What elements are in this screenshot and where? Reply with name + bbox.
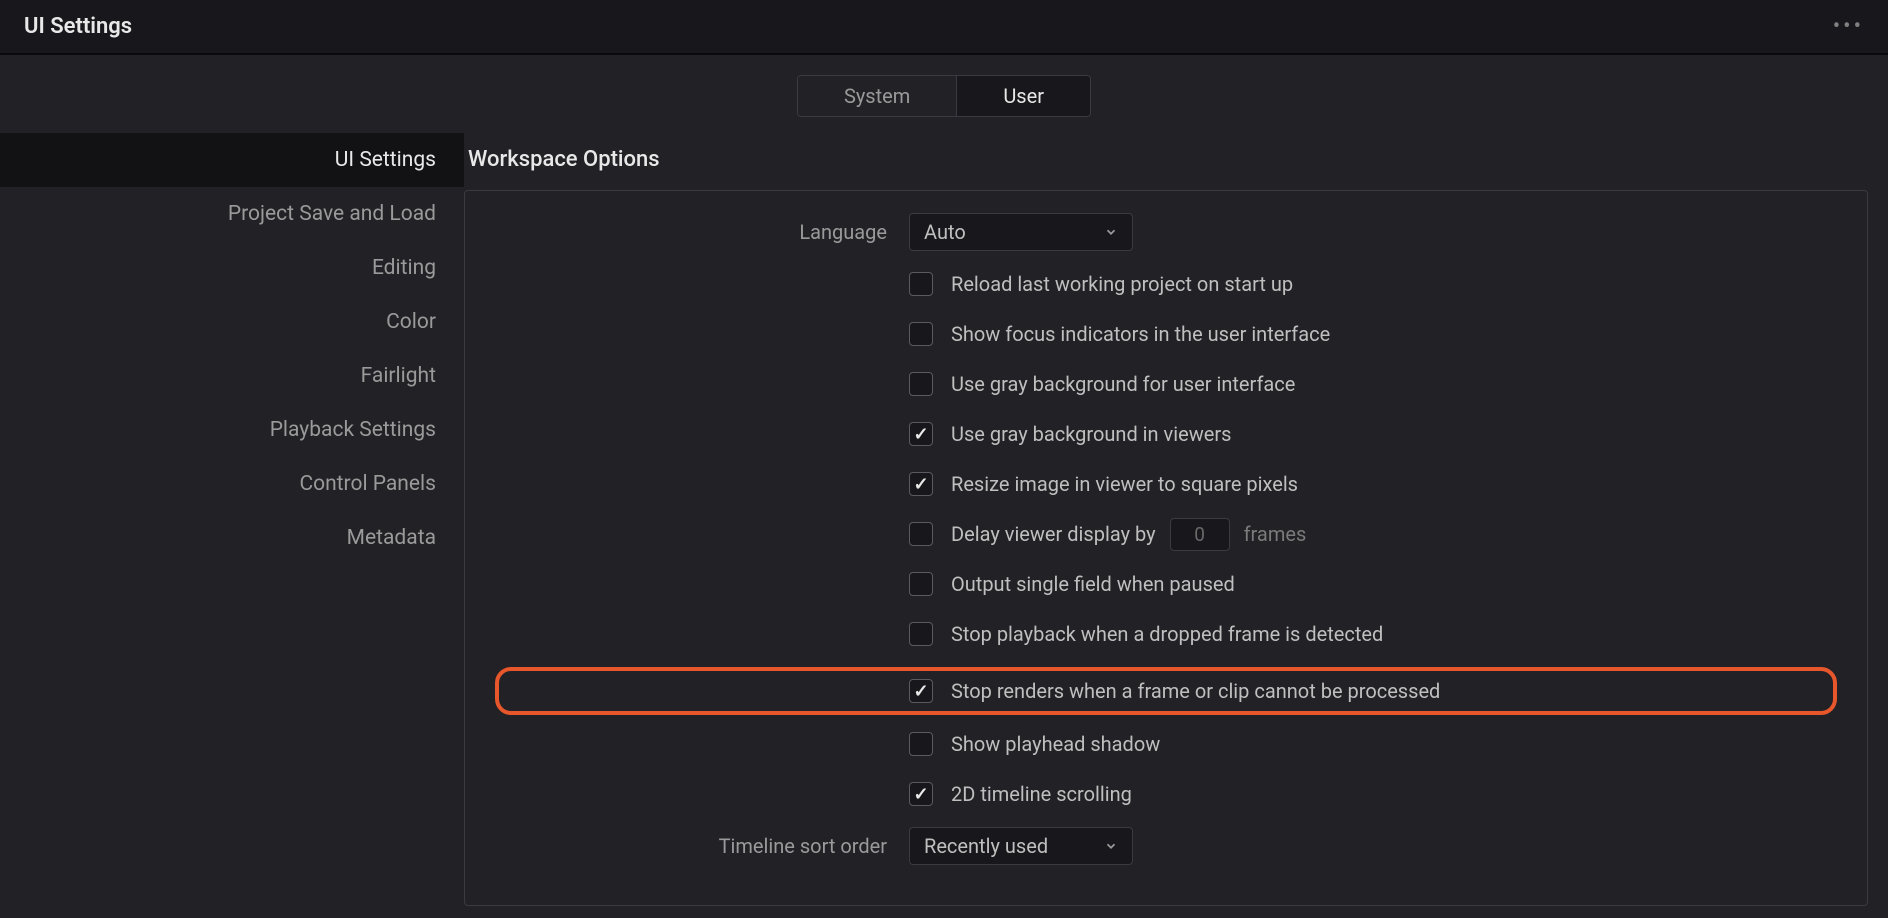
- checkbox-row-delay: Delay viewer display by frames: [495, 517, 1837, 551]
- checkbox-row-outputsingle: Output single field when paused: [495, 567, 1837, 601]
- language-label: Language: [495, 220, 909, 244]
- sidebar-item-color[interactable]: Color: [0, 295, 464, 349]
- checkbox-row-reload: Reload last working project on start up: [495, 267, 1837, 301]
- tab-group: System User: [797, 75, 1091, 117]
- delay-suffix: frames: [1244, 522, 1307, 546]
- delay-input[interactable]: [1170, 518, 1230, 551]
- sidebar-item-fairlight[interactable]: Fairlight: [0, 349, 464, 403]
- sort-value: Recently used: [924, 834, 1048, 858]
- checkbox-outputsingle[interactable]: [909, 572, 933, 596]
- chevron-down-icon: [1104, 834, 1118, 858]
- checkbox-timeline2d[interactable]: [909, 782, 933, 806]
- checkbox-row-stopplayback: Stop playback when a dropped frame is de…: [495, 617, 1837, 651]
- checkbox-row-stoprenders: Stop renders when a frame or clip cannot…: [495, 667, 1837, 715]
- sidebar-item-metadata[interactable]: Metadata: [0, 511, 464, 565]
- tab-strip: System User: [0, 55, 1888, 133]
- sidebar-item-playback[interactable]: Playback Settings: [0, 403, 464, 457]
- more-icon[interactable]: •••: [1833, 14, 1864, 39]
- tab-system[interactable]: System: [798, 76, 957, 116]
- checkbox-focus[interactable]: [909, 322, 933, 346]
- sidebar-item-project-save[interactable]: Project Save and Load: [0, 187, 464, 241]
- checkbox-row-grayviewer: Use gray background in viewers: [495, 417, 1837, 451]
- checkbox-label-stopplayback: Stop playback when a dropped frame is de…: [951, 622, 1383, 646]
- sort-dropdown[interactable]: Recently used: [909, 827, 1133, 865]
- sidebar-item-editing[interactable]: Editing: [0, 241, 464, 295]
- checkbox-label-playhead: Show playhead shadow: [951, 732, 1160, 756]
- checkbox-reload[interactable]: [909, 272, 933, 296]
- sort-row: Timeline sort order Recently used: [495, 827, 1837, 865]
- checkbox-label-reload: Reload last working project on start up: [951, 272, 1293, 296]
- language-dropdown[interactable]: Auto: [909, 213, 1133, 251]
- checkbox-row-graybg: Use gray background for user interface: [495, 367, 1837, 401]
- checkbox-graybg[interactable]: [909, 372, 933, 396]
- chevron-down-icon: [1104, 220, 1118, 244]
- checkbox-row-resize: Resize image in viewer to square pixels: [495, 467, 1837, 501]
- sidebar-item-ui-settings[interactable]: UI Settings: [0, 133, 464, 187]
- checkbox-delay[interactable]: [909, 522, 933, 546]
- tab-user[interactable]: User: [957, 76, 1090, 116]
- options-box: Language Auto Reload last working projec…: [464, 190, 1868, 906]
- checkbox-row-timeline2d: 2D timeline scrolling: [495, 777, 1837, 811]
- checkbox-label-grayviewer: Use gray background in viewers: [951, 422, 1231, 446]
- language-value: Auto: [924, 220, 966, 244]
- checkbox-row-playhead: Show playhead shadow: [495, 727, 1837, 761]
- checkbox-label-timeline2d: 2D timeline scrolling: [951, 782, 1132, 806]
- checkbox-label-focus: Show focus indicators in the user interf…: [951, 322, 1330, 346]
- checkbox-stopplayback[interactable]: [909, 622, 933, 646]
- header: UI Settings •••: [0, 0, 1888, 55]
- main: UI Settings Project Save and Load Editin…: [0, 133, 1888, 906]
- section-title: Workspace Options: [464, 133, 1888, 190]
- sidebar: UI Settings Project Save and Load Editin…: [0, 133, 464, 906]
- checkbox-grayviewer[interactable]: [909, 422, 933, 446]
- checkbox-resize[interactable]: [909, 472, 933, 496]
- checkbox-row-focus: Show focus indicators in the user interf…: [495, 317, 1837, 351]
- checkbox-label-outputsingle: Output single field when paused: [951, 572, 1235, 596]
- checkbox-playhead[interactable]: [909, 732, 933, 756]
- content: Workspace Options Language Auto Reload l…: [464, 133, 1888, 906]
- checkbox-label-graybg: Use gray background for user interface: [951, 372, 1295, 396]
- language-row: Language Auto: [495, 213, 1837, 251]
- checkbox-label-delay: Delay viewer display by: [951, 522, 1156, 546]
- sort-label: Timeline sort order: [495, 834, 909, 858]
- checkbox-label-resize: Resize image in viewer to square pixels: [951, 472, 1298, 496]
- checkbox-label-stoprenders: Stop renders when a frame or clip cannot…: [951, 679, 1440, 703]
- checkbox-stoprenders[interactable]: [909, 679, 933, 703]
- sidebar-item-control-panels[interactable]: Control Panels: [0, 457, 464, 511]
- page-title: UI Settings: [24, 14, 132, 39]
